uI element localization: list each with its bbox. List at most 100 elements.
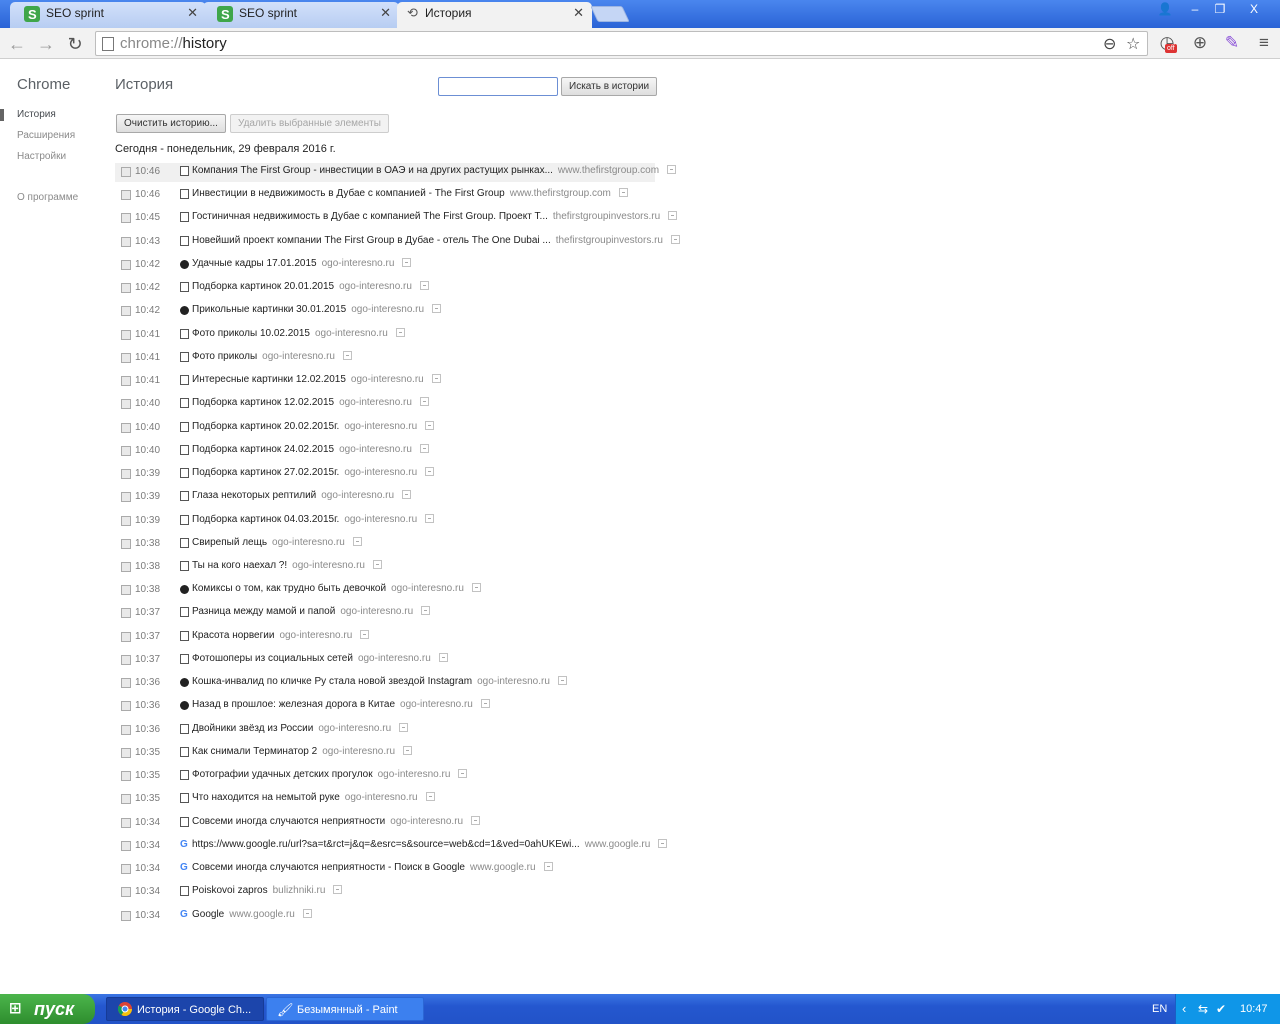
entry-title-link[interactable]: Двойники звёзд из России ogo-interesno.ru [192,722,409,734]
entry-menu-icon[interactable] [667,165,677,174]
history-entry[interactable]: 10:45 Гостиничная недвижимость в Дубае с … [115,209,678,232]
history-entry[interactable]: 10:40 Подборка картинок 20.02.2015г. ogo-i… [115,419,660,442]
entry-menu-icon[interactable] [425,513,435,523]
history-entry[interactable]: 10:41 Фото приколы ogo-interesno.ru [115,349,660,372]
history-entry[interactable]: 10:42 Подборка картинок 20.01.2015 ogo-int… [115,279,660,302]
entry-title-link[interactable]: Комиксы о том, как трудно быть девочкой o… [192,583,481,594]
network-icon[interactable]: ⇆ [1198,994,1208,1024]
entry-checkbox[interactable] [121,794,131,805]
bookmark-star-icon[interactable]: ☆ [1126,34,1140,54]
entry-title-link[interactable]: Подборка картинок 24.02.2015 ogo-interesn… [192,443,429,455]
new-tab-button[interactable] [590,6,630,22]
entry-checkbox[interactable] [121,910,131,921]
entry-checkbox[interactable] [121,445,131,456]
address-bar[interactable]: chrome://history ⊖ ☆ [95,31,1148,56]
history-entry[interactable]: 10:41 Фото приколы 10.02.2015 ogo-interesn… [115,326,660,349]
entry-menu-icon[interactable] [671,234,680,244]
entry-title[interactable]: Подборка картинок 27.02.2015г. [192,467,339,478]
entry-menu-icon[interactable] [333,885,343,895]
entry-title[interactable]: Комиксы о том, как трудно быть девочкой [192,583,386,594]
history-entry[interactable]: 10:38 Комиксы о том, как трудно быть дево… [115,581,660,604]
entry-checkbox[interactable] [121,492,131,503]
taskbar-item-chrome[interactable]: История - Google Ch... [106,997,264,1021]
history-entry[interactable]: 10:39 Подборка картинок 04.03.2015г. ogo-i… [115,512,660,535]
tab-seo-sprint-1[interactable]: S SEO sprint ✕ [10,2,206,28]
entry-checkbox[interactable] [121,887,131,898]
history-entry[interactable]: 10:35 Фотографии удачных детских прогулок… [115,767,660,790]
entry-checkbox[interactable] [121,352,131,363]
history-entry[interactable]: 10:34 Poiskovoi zapros bulizhniki.ru [115,883,660,906]
entry-checkbox[interactable] [121,283,131,294]
entry-title-link[interactable]: Инвестиции в недвижимость в Дубае с комп… [192,188,628,199]
entry-checkbox[interactable] [121,399,131,410]
entry-title-link[interactable]: https://www.google.ru/url?sa=t&rct=j&q=&… [192,838,668,850]
entry-title-link[interactable]: Подборка картинок 12.02.2015 ogo-interesn… [192,397,429,408]
entry-title-link[interactable]: Красота норвегии ogo-interesno.ru [192,629,370,641]
entry-title[interactable]: Инвестиции в недвижимость в Дубае с комп… [192,188,505,199]
entry-checkbox[interactable] [121,864,131,875]
entry-title[interactable]: Прикольные картинки 30.01.2015 [192,304,346,315]
security-icon[interactable]: ✔ [1216,994,1226,1024]
history-entry[interactable]: 10:43 Новейший проект компании The First … [115,233,680,256]
entry-checkbox[interactable] [121,236,131,247]
back-arrow-icon[interactable]: ← [6,33,28,55]
entry-title[interactable]: Совсеми иногда случаются неприятности - … [192,862,465,873]
entry-checkbox[interactable] [121,306,131,317]
history-entry[interactable]: 10:34 G Google www.google.ru [115,907,660,930]
sidebar-item-history[interactable]: История [17,109,56,120]
forward-arrow-icon[interactable]: → [35,33,57,55]
entry-title[interactable]: Гостиничная недвижимость в Дубае с компа… [192,211,548,222]
history-entry[interactable]: 10:40 Подборка картинок 12.02.2015 ogo-int… [115,395,660,418]
entry-checkbox[interactable] [121,654,131,665]
entry-checkbox[interactable] [121,701,131,712]
entry-menu-icon[interactable] [557,676,567,686]
entry-title-link[interactable]: Интересные картинки 12.02.2015 ogo-intere… [192,374,441,385]
entry-menu-icon[interactable] [403,745,413,755]
entry-title-link[interactable]: Подборка картинок 04.03.2015г. ogo-intere… [192,513,435,525]
entry-menu-icon[interactable] [480,699,490,709]
sidebar-item-about[interactable]: О программе [17,192,78,203]
history-entry[interactable]: 10:37 Фотошоперы из социальных сетей ogo-i… [115,651,660,674]
entry-menu-icon[interactable] [343,350,352,360]
entry-title[interactable]: Фото приколы 10.02.2015 [192,328,310,339]
entry-menu-icon[interactable] [668,211,678,221]
history-entry[interactable]: 10:39 Глаза некоторых рептилий ogo-interes… [115,488,660,511]
entry-checkbox[interactable] [121,724,131,735]
history-entry[interactable]: 10:42 Прикольные картинки 30.01.2015 ogo-i… [115,302,660,325]
entry-title-link[interactable]: Подборка картинок 27.02.2015г. ogo-intere… [192,467,435,478]
history-entry[interactable]: 10:36 Кошка-инвалид по кличке Ру стала но… [115,674,660,697]
search-history-button[interactable]: Искать в истории [561,77,658,96]
entry-title-link[interactable]: Совсеми иногда случаются неприятности - … [192,862,553,873]
minimize-button[interactable]: – [1182,0,1208,18]
history-entry[interactable]: 10:36 Двойники звёзд из России ogo-interes… [115,721,660,744]
entry-title[interactable]: Разница между мамой и папой [192,606,335,617]
history-entry[interactable]: 10:37 Красота норвегии ogo-interesno.ru [115,628,660,651]
history-entry[interactable]: 10:34 Ghttps://www.google.ru/url?sa=t&rct… [115,837,668,860]
globe-extension-icon[interactable]: ⊕ [1189,32,1211,54]
entry-menu-icon[interactable] [431,374,441,384]
history-entry[interactable]: 10:40 Подборка картинок 24.02.2015 ogo-int… [115,442,660,465]
feather-extension-icon[interactable]: ✎ [1221,32,1243,54]
entry-menu-icon[interactable] [425,420,435,430]
entry-title[interactable]: Удачные кадры 17.01.2015 [192,258,317,269]
entry-menu-icon[interactable] [419,397,429,407]
entry-checkbox[interactable] [121,213,131,224]
close-tab-icon[interactable]: ✕ [573,2,584,24]
entry-title-link[interactable]: Фото приколы 10.02.2015 ogo-interesno.ru [192,327,405,339]
history-entry[interactable]: 10:35 Что находится на немытой руке ogo-in… [115,790,660,813]
entry-title-link[interactable]: Свирепый лещь ogo-interesno.ru [192,536,362,548]
entry-menu-icon[interactable] [425,467,435,477]
taskbar-item-paint[interactable]: 🖌 Безымянный - Paint [266,997,424,1021]
history-entry[interactable]: 10:46 Компания The First Group - инвестиц… [115,163,677,182]
entry-checkbox[interactable] [121,631,131,642]
entry-menu-icon[interactable] [352,536,362,546]
entry-title-link[interactable]: Фотографии удачных детских прогулок ogo-i… [192,769,468,780]
entry-checkbox[interactable] [121,678,131,689]
close-window-button[interactable]: X [1232,0,1276,18]
entry-checkbox[interactable] [121,840,131,851]
entry-title[interactable]: Подборка картинок 20.01.2015 [192,281,334,292]
entry-menu-icon[interactable] [458,769,468,779]
sidebar-item-extensions[interactable]: Расширения [17,130,75,141]
entry-title[interactable]: Фотографии удачных детских прогулок [192,769,373,780]
show-hidden-icons-icon[interactable]: ‹ [1182,994,1186,1024]
